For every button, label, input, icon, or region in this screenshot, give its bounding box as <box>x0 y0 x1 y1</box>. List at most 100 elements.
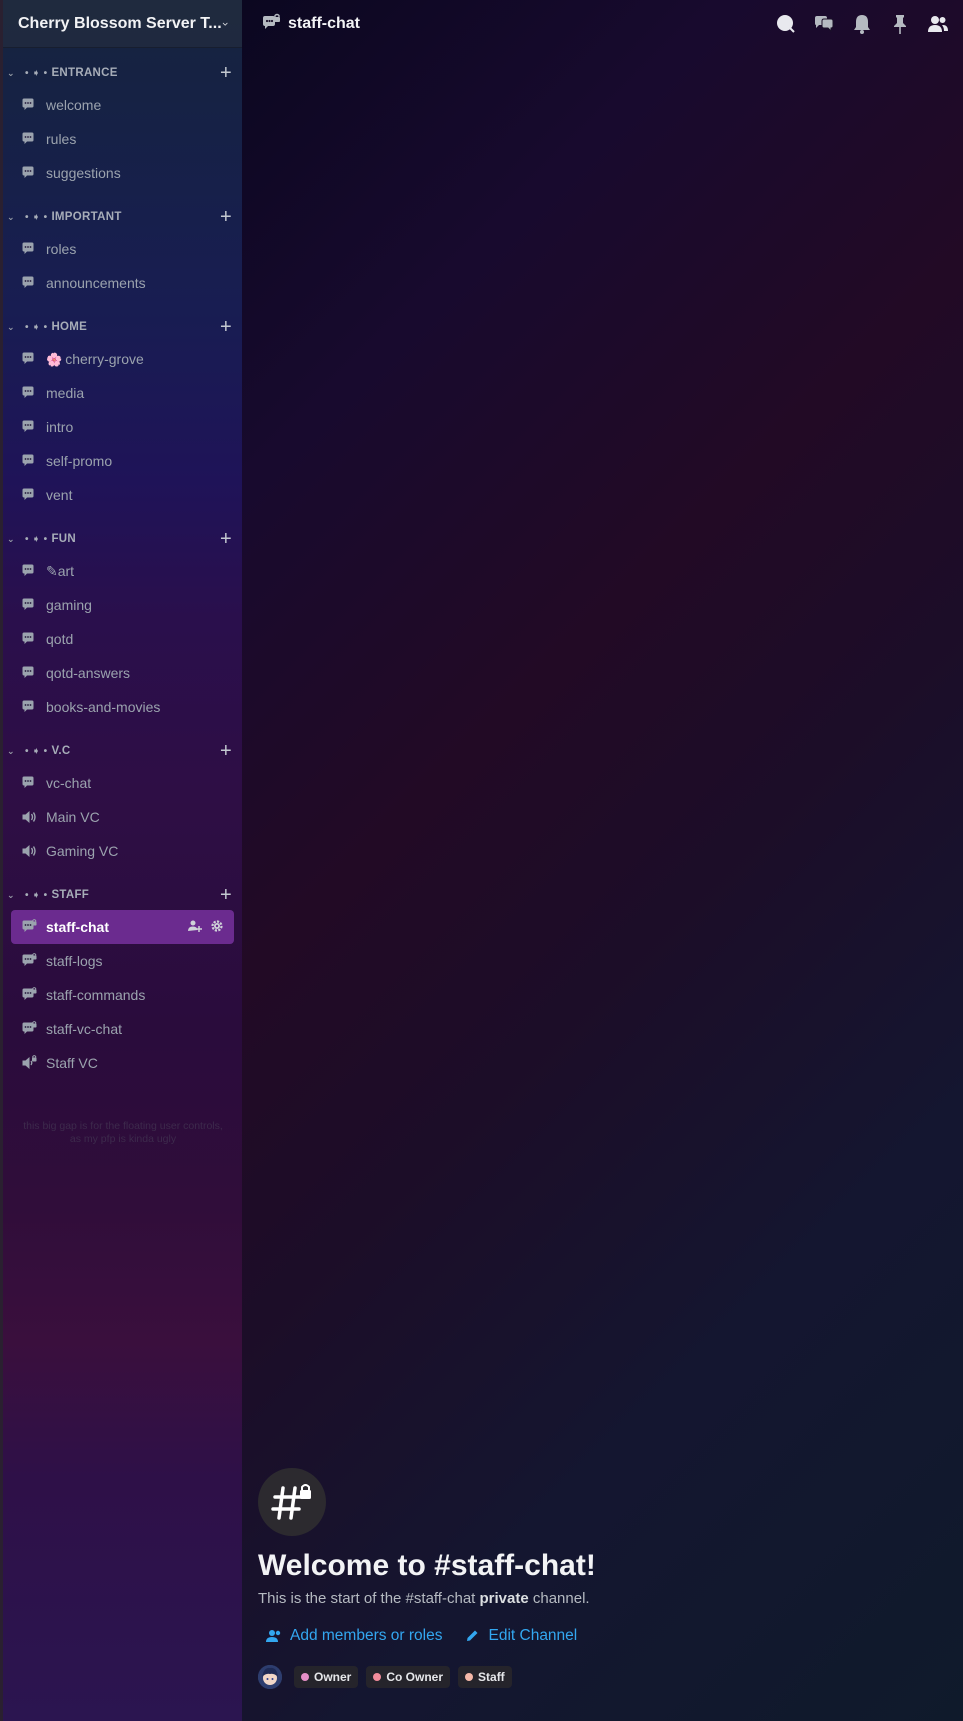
gear-icon[interactable] <box>210 919 224 936</box>
chat-area: staff-chat Welcome to #staff-chat! This … <box>242 0 963 1721</box>
pin-icon[interactable] <box>889 13 911 35</box>
forum-channel-icon <box>21 987 37 1003</box>
forum-channel-icon <box>21 1021 37 1037</box>
category-v-c[interactable]: ⌄ • ➧ • V.C + <box>3 736 242 766</box>
create-channel-icon[interactable]: + <box>220 885 232 905</box>
members-icon[interactable] <box>927 13 949 35</box>
channel-intro[interactable]: intro <box>11 410 234 444</box>
channel-name: qotd <box>46 631 74 647</box>
channel-vc-chat[interactable]: vc-chat <box>11 766 234 800</box>
edit-channel-button[interactable]: Edit Channel <box>464 1627 577 1645</box>
server-header[interactable]: Cherry Blossom Server T... <box>3 0 242 48</box>
role-name: Staff <box>478 1670 505 1684</box>
chat-bubbles-icon[interactable] <box>813 13 835 35</box>
category-gap <box>3 512 242 524</box>
channel-staff-commands[interactable]: staff-commands <box>11 978 234 1012</box>
channel-roles[interactable]: roles <box>11 232 234 266</box>
channel-name: announcements <box>46 275 146 291</box>
channel-name: self-promo <box>46 453 113 469</box>
category-prefix: • ➧ • <box>25 211 48 223</box>
welcome-description: This is the start of the #staff-chat pri… <box>258 1590 948 1607</box>
category-label: IMPORTANT <box>51 211 122 223</box>
channel-label: staff-logs <box>46 953 224 969</box>
category-home[interactable]: ⌄ • ➧ • HOME + <box>3 312 242 342</box>
channel-staff-vc-chat[interactable]: staff-vc-chat <box>11 1012 234 1046</box>
role-staff[interactable]: Staff <box>458 1666 512 1688</box>
forum-channel-icon <box>21 631 37 647</box>
channel-label: staff-vc-chat <box>46 1021 224 1037</box>
role-name: Co Owner <box>386 1670 444 1684</box>
channel-welcome[interactable]: welcome <box>11 88 234 122</box>
category-gap <box>3 724 242 736</box>
channel-name: Gaming VC <box>46 843 119 859</box>
create-channel-icon[interactable]: + <box>220 63 232 83</box>
forum-channel-icon <box>21 419 37 435</box>
add-members-label: Add members or roles <box>290 1627 443 1644</box>
category-important[interactable]: ⌄ • ➧ • IMPORTANT + <box>3 202 242 232</box>
channel-name: books-and-movies <box>46 699 161 715</box>
chevron-down-icon: ⌄ <box>7 67 15 78</box>
role-owner[interactable]: Owner <box>294 1666 359 1688</box>
channel-self-promo[interactable]: self-promo <box>11 444 234 478</box>
category-fun[interactable]: ⌄ • ➧ • FUN + <box>3 524 242 554</box>
chevron-down-icon <box>222 22 228 26</box>
channel-rules[interactable]: rules <box>11 122 234 156</box>
forum-channel-icon <box>21 919 37 935</box>
category-staff[interactable]: ⌄ • ➧ • STAFF + <box>3 880 242 910</box>
channel-name: Staff VC <box>46 1055 98 1071</box>
channel-name: ✎art <box>46 562 75 579</box>
channel-announcements[interactable]: announcements <box>11 266 234 300</box>
avatar[interactable] <box>258 1665 282 1689</box>
channel-books-and-movies[interactable]: books-and-movies <box>11 690 234 724</box>
channel-staff-vc[interactable]: Staff VC <box>11 1046 234 1080</box>
channel-art[interactable]: ✎art <box>11 554 234 588</box>
channel-media[interactable]: media <box>11 376 234 410</box>
speaker-icon <box>21 843 37 859</box>
create-channel-icon[interactable]: + <box>220 317 232 337</box>
channel-name: staff-chat <box>46 919 110 935</box>
channel-suggestions[interactable]: suggestions <box>11 156 234 190</box>
channel-qotd[interactable]: qotd <box>11 622 234 656</box>
forum-channel-icon <box>21 775 37 791</box>
role-co-owner[interactable]: Co Owner <box>366 1666 451 1688</box>
channel-main-vc[interactable]: Main VC <box>11 800 234 834</box>
channel-cherry-grove[interactable]: 🌸 cherry-grove <box>11 342 234 376</box>
channel-qotd-answers[interactable]: qotd-answers <box>11 656 234 690</box>
forum-channel-icon <box>21 563 37 579</box>
channel-staff-chat[interactable]: staff-chat <box>11 910 234 944</box>
channel-gaming[interactable]: gaming <box>11 588 234 622</box>
add-members-icon <box>266 1630 281 1642</box>
desc-text: This is the start of the #staff-chat <box>258 1590 480 1607</box>
desc-text-end: channel. <box>528 1590 590 1607</box>
forum-channel-icon <box>21 241 37 257</box>
category-label: FUN <box>51 533 76 545</box>
channel-header: staff-chat <box>242 0 963 48</box>
channel-gaming-vc[interactable]: Gaming VC <box>11 834 234 868</box>
category-label: STAFF <box>51 889 90 901</box>
channel-welcome: Welcome to #staff-chat! This is the star… <box>258 1468 948 1689</box>
create-channel-icon[interactable]: + <box>220 207 232 227</box>
category-entrance[interactable]: ⌄ • ➧ • ENTRANCE + <box>3 58 242 88</box>
app: Cherry Blossom Server T... ⌄ • ➧ • ENTRANC… <box>0 0 963 1721</box>
role-name: Owner <box>314 1670 352 1684</box>
category-prefix: • ➧ • <box>25 889 48 901</box>
server-name: Cherry Blossom Server T... <box>18 14 222 32</box>
threads-icon[interactable] <box>775 13 797 35</box>
locked-forum-channel-icon <box>260 13 282 35</box>
bell-icon[interactable] <box>851 13 873 35</box>
invite-icon[interactable] <box>188 919 202 936</box>
role-color-dot <box>373 1673 382 1681</box>
welcome-title: Welcome to #staff-chat! <box>258 1549 596 1582</box>
chevron-down-icon: ⌄ <box>7 745 15 756</box>
channel-staff-logs[interactable]: staff-logs <box>11 944 234 978</box>
create-channel-icon[interactable]: + <box>220 741 232 761</box>
channel-label: ✎art <box>46 563 224 580</box>
channel-label: qotd <box>46 631 224 647</box>
channel-name: intro <box>46 419 74 435</box>
channel-label: media <box>46 385 224 401</box>
pencil-icon <box>467 1630 478 1641</box>
channel-vent[interactable]: vent <box>11 478 234 512</box>
create-channel-icon[interactable]: + <box>220 529 232 549</box>
channel-name: staff-vc-chat <box>46 1021 122 1037</box>
add-members-button[interactable]: Add members or roles <box>266 1627 442 1645</box>
